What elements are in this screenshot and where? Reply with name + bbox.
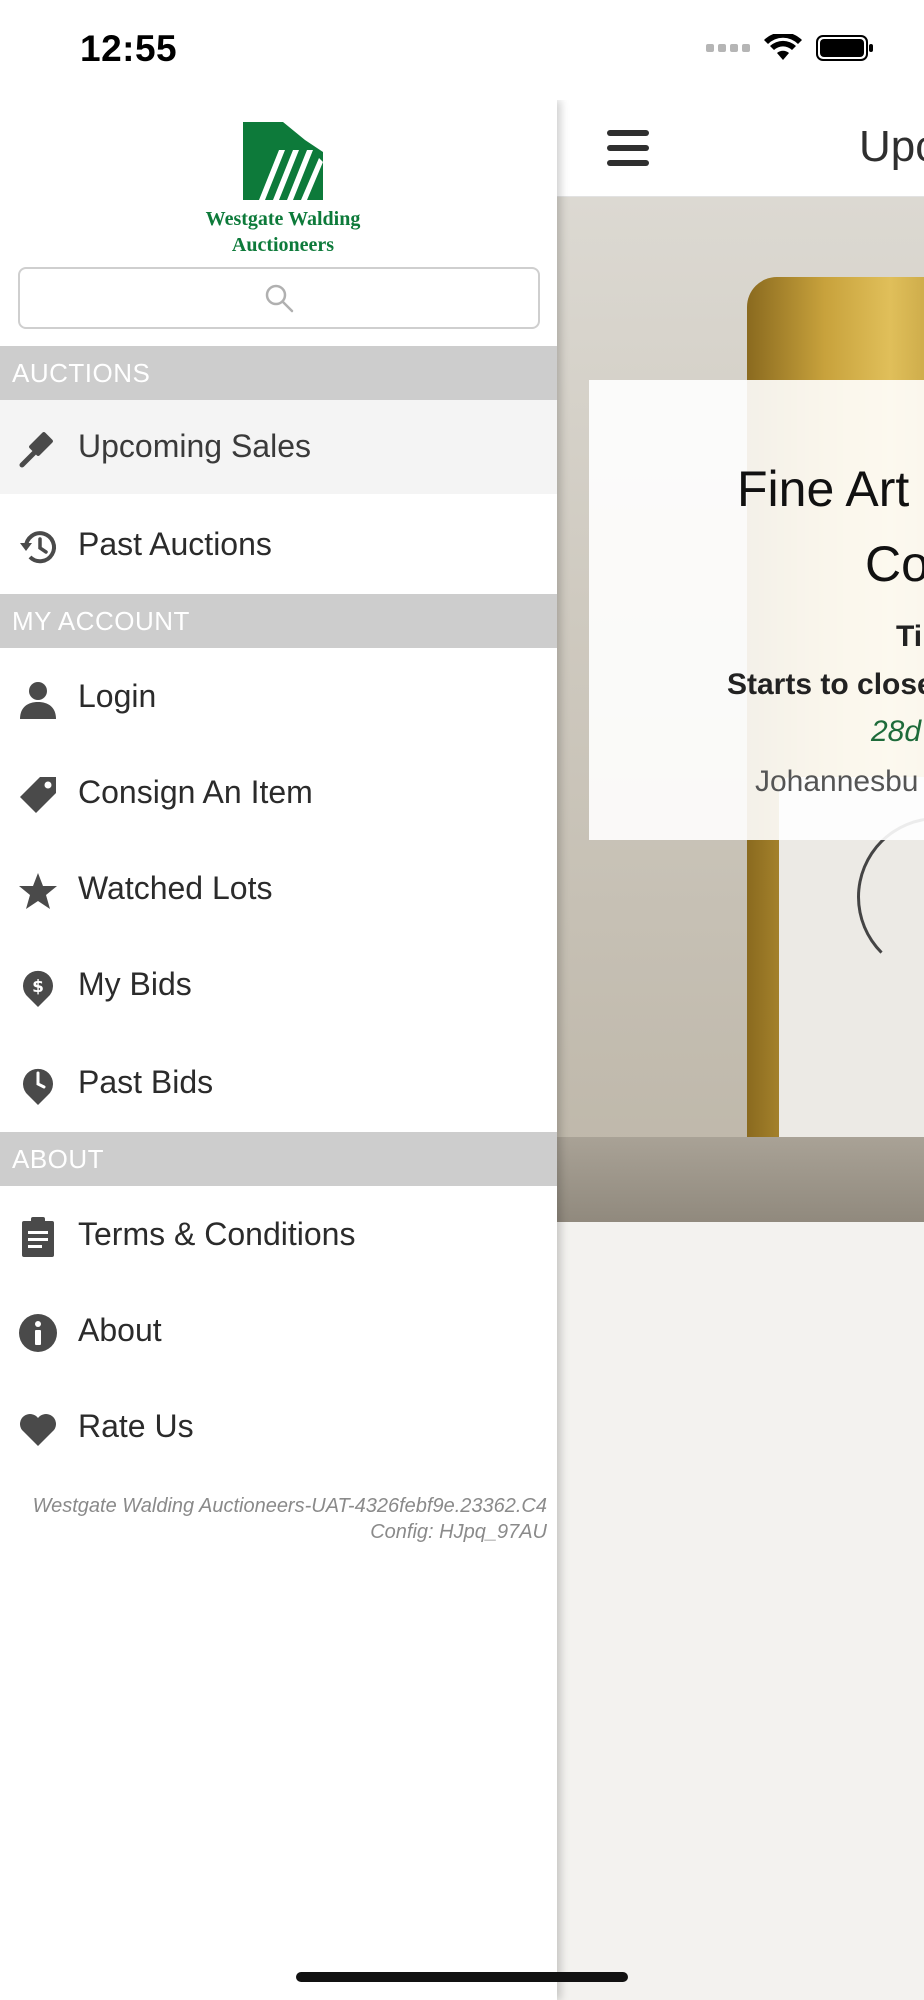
section-label: AUCTIONS — [12, 358, 151, 388]
battery-icon — [816, 35, 873, 61]
menu-item-consign[interactable]: Consign An Item — [0, 746, 557, 840]
menu-item-terms[interactable]: Terms & Conditions — [0, 1188, 557, 1282]
auction-closing-text: Starts to close — [727, 668, 924, 701]
menu-item-label: About — [78, 1312, 162, 1348]
auction-title-line1: Fine Art — [737, 461, 910, 517]
menu-item-label: Rate Us — [78, 1408, 194, 1444]
search-input[interactable] — [18, 267, 540, 329]
config-string: Config: HJpq_97AU — [370, 1521, 547, 1543]
info-icon — [19, 1314, 57, 1352]
menu-item-past-auctions[interactable]: Past Auctions — [0, 498, 557, 592]
gavel-icon — [19, 432, 53, 468]
menu-item-label: Upcoming Sales — [78, 428, 311, 464]
status-icons — [706, 34, 874, 62]
section-label: MY ACCOUNT — [12, 606, 190, 636]
home-indicator[interactable] — [296, 1972, 628, 1982]
star-icon — [19, 873, 57, 909]
app-version-info: Westgate Walding Auctioneers-UAT-4326feb… — [33, 1493, 547, 1545]
navigation-drawer: Westgate Walding Auctioneers AUCTIONS Upc… — [0, 100, 557, 2000]
search-icon — [265, 284, 294, 313]
menu-item-upcoming-sales[interactable]: Upcoming Sales — [0, 400, 557, 494]
shelf-surface — [557, 1137, 924, 1222]
logo-text: Westgate Walding Auctioneers — [205, 208, 361, 256]
menu-item-login[interactable]: Login — [0, 650, 557, 744]
menu-item-label: Past Auctions — [78, 526, 272, 562]
user-icon — [20, 682, 56, 719]
section-label: ABOUT — [12, 1144, 105, 1174]
svg-text:$: $ — [32, 977, 44, 997]
section-header-my-account: MY ACCOUNT — [0, 594, 557, 648]
menu-item-about[interactable]: About — [0, 1284, 557, 1378]
auction-info-card[interactable]: Fine Art Co Ti Starts to close 28d Johan… — [589, 380, 924, 840]
company-logo: Westgate Walding Auctioneers — [193, 122, 373, 264]
menu-item-label: Consign An Item — [78, 774, 313, 810]
page-title: Upc — [859, 122, 924, 171]
main-header: Upc — [557, 100, 924, 197]
tag-icon — [20, 777, 56, 813]
menu-item-past-bids[interactable]: Past Bids — [0, 1036, 557, 1130]
version-string: Westgate Walding Auctioneers-UAT-4326feb… — [32, 1495, 547, 1517]
dollar-pin-icon: $ — [23, 970, 53, 1007]
menu-item-label: Past Bids — [78, 1064, 214, 1100]
menu-item-label: My Bids — [78, 966, 192, 1002]
main-panel: Upc Fine Art Co Ti Starts to close 28d J… — [557, 100, 924, 2000]
clock-pin-icon — [23, 1068, 53, 1105]
menu-item-my-bids[interactable]: $ My Bids — [0, 938, 557, 1032]
auction-title-line2: Co — [865, 536, 924, 592]
history-icon — [20, 531, 56, 564]
auction-time-label: Ti — [896, 620, 923, 653]
section-header-about: ABOUT — [0, 1132, 557, 1186]
menu-item-rate-us[interactable]: Rate Us — [0, 1380, 557, 1474]
auction-location: Johannesbu — [755, 765, 919, 798]
menu-item-label: Login — [78, 678, 157, 714]
section-header-auctions: AUCTIONS — [0, 346, 557, 400]
menu-item-label: Terms & Conditions — [78, 1216, 356, 1252]
clipboard-icon — [22, 1217, 54, 1257]
status-time: 12:55 — [80, 28, 178, 69]
status-bar: 12:55 — [0, 0, 924, 100]
menu-item-label: Watched Lots — [78, 870, 273, 906]
auction-countdown: 28d — [871, 715, 922, 748]
logo-mark-icon — [243, 122, 323, 200]
cellular-signal-icon — [706, 44, 750, 52]
wifi-icon — [764, 34, 802, 60]
menu-item-watched-lots[interactable]: Watched Lots — [0, 842, 557, 936]
hamburger-menu-icon[interactable] — [607, 130, 651, 166]
auction-hero-image[interactable]: Fine Art Co Ti Starts to close 28d Johan… — [557, 197, 924, 1222]
heart-icon — [20, 1414, 57, 1446]
